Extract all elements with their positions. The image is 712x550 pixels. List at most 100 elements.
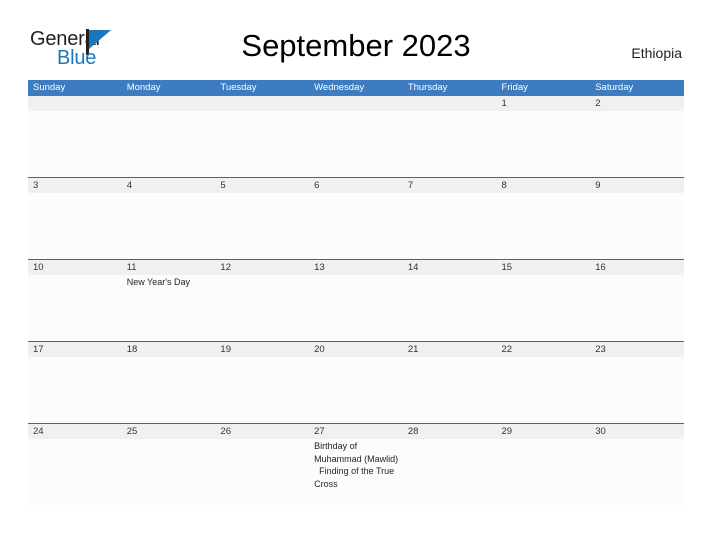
weekday-header-wednesday: Wednesday bbox=[314, 82, 365, 93]
page-header: General Blue September 2023 Ethiopia bbox=[0, 0, 712, 80]
day-cell-empty bbox=[309, 111, 403, 177]
day-number-1[interactable]: 1 bbox=[497, 96, 591, 111]
day-number-10[interactable]: 10 bbox=[28, 260, 122, 275]
day-cell-3[interactable] bbox=[28, 193, 122, 259]
day-number-6[interactable]: 6 bbox=[309, 178, 403, 193]
day-cell-23[interactable] bbox=[590, 357, 684, 423]
day-number-24[interactable]: 24 bbox=[28, 424, 122, 439]
day-number-12[interactable]: 12 bbox=[215, 260, 309, 275]
weekday-header-thursday: Thursday bbox=[407, 82, 448, 93]
day-number-8[interactable]: 8 bbox=[497, 178, 591, 193]
day-cell-empty bbox=[215, 111, 309, 177]
day-cell-empty bbox=[122, 111, 216, 177]
day-number-29[interactable]: 29 bbox=[497, 424, 591, 439]
day-cell-26[interactable] bbox=[215, 439, 309, 505]
calendar-week-row: 24 25 26 27 28 29 30 Birthday of Muhammad (Mawl… bbox=[28, 423, 684, 505]
calendar-week-row: 12 bbox=[28, 96, 684, 177]
day-cell-21[interactable] bbox=[403, 357, 497, 423]
day-number-11[interactable]: 11 bbox=[122, 260, 216, 275]
day-number-empty bbox=[28, 96, 122, 111]
day-cell-empty bbox=[403, 111, 497, 177]
calendar-grid: Sunday Monday Tuesday Wednesday Thursday Frid… bbox=[28, 80, 684, 505]
date-number-band: 17 18 19 20 21 22 23 bbox=[28, 341, 684, 357]
day-number-empty bbox=[403, 96, 497, 111]
day-number-26[interactable]: 26 bbox=[215, 424, 309, 439]
day-number-18[interactable]: 18 bbox=[122, 342, 216, 357]
day-cell-16[interactable] bbox=[590, 275, 684, 341]
day-cell-empty bbox=[28, 111, 122, 177]
day-number-15[interactable]: 15 bbox=[497, 260, 591, 275]
events-band bbox=[28, 111, 684, 177]
day-cell-15[interactable] bbox=[497, 275, 591, 341]
day-cell-11[interactable]: New Year's Day bbox=[122, 275, 216, 341]
events-band bbox=[28, 357, 684, 423]
date-number-band: 3456789 bbox=[28, 177, 684, 193]
day-cell-27[interactable]: Birthday of Muhammad (Mawlid) Finding of … bbox=[309, 439, 403, 505]
day-number-14[interactable]: 14 bbox=[403, 260, 497, 275]
day-cell-4[interactable] bbox=[122, 193, 216, 259]
day-cell-6[interactable] bbox=[309, 193, 403, 259]
day-number-17[interactable]: 17 bbox=[28, 342, 122, 357]
day-number-23[interactable]: 23 bbox=[590, 342, 684, 357]
day-cell-19[interactable] bbox=[215, 357, 309, 423]
day-cell-17[interactable] bbox=[28, 357, 122, 423]
day-cell-24[interactable] bbox=[28, 439, 122, 505]
day-number-empty bbox=[309, 96, 403, 111]
weekday-header-tuesday: Tuesday bbox=[220, 82, 257, 93]
day-cell-8[interactable] bbox=[497, 193, 591, 259]
events-band: Birthday of Muhammad (Mawlid) Finding of … bbox=[28, 439, 684, 505]
day-number-9[interactable]: 9 bbox=[590, 178, 684, 193]
page-title: September 2023 bbox=[241, 28, 471, 63]
calendar-week-row: 10 11 12 13 14 15 16 New Year's Day bbox=[28, 259, 684, 341]
day-number-30[interactable]: 30 bbox=[590, 424, 684, 439]
day-number-7[interactable]: 7 bbox=[403, 178, 497, 193]
day-number-5[interactable]: 5 bbox=[215, 178, 309, 193]
day-cell-18[interactable] bbox=[122, 357, 216, 423]
calendar-week-row: 17 18 19 20 21 22 23 bbox=[28, 341, 684, 423]
day-number-2[interactable]: 2 bbox=[590, 96, 684, 111]
day-cell-25[interactable] bbox=[122, 439, 216, 505]
events-band bbox=[28, 193, 684, 259]
day-number-27[interactable]: 27 bbox=[309, 424, 403, 439]
day-cell-12[interactable] bbox=[215, 275, 309, 341]
date-number-band: 24 25 26 27 28 29 30 bbox=[28, 423, 684, 439]
date-number-band: 12 bbox=[28, 96, 684, 111]
day-cell-5[interactable] bbox=[215, 193, 309, 259]
day-cell-20[interactable] bbox=[309, 357, 403, 423]
day-number-21[interactable]: 21 bbox=[403, 342, 497, 357]
event-label: Finding of the True Cross bbox=[314, 466, 395, 489]
event-label: Birthday of Muhammad (Mawlid) bbox=[314, 441, 399, 464]
day-cell-7[interactable] bbox=[403, 193, 497, 259]
day-number-19[interactable]: 19 bbox=[215, 342, 309, 357]
events-band: New Year's Day bbox=[28, 275, 684, 341]
day-number-4[interactable]: 4 bbox=[122, 178, 216, 193]
day-cell-9[interactable] bbox=[590, 193, 684, 259]
day-number-20[interactable]: 20 bbox=[309, 342, 403, 357]
day-number-empty bbox=[215, 96, 309, 111]
calendar-weeks: 1 2 3 4 5 6 7 8 9 10 11 12 13 14 15 16 New Year's Day 17 1… bbox=[28, 96, 684, 505]
day-number-25[interactable]: 25 bbox=[122, 424, 216, 439]
day-number-13[interactable]: 13 bbox=[309, 260, 403, 275]
weekday-header-sunday: Sunday bbox=[33, 82, 66, 93]
weekday-header-row: Sunday Monday Tuesday Wednesday Thursday Frid… bbox=[28, 80, 684, 96]
day-number-28[interactable]: 28 bbox=[403, 424, 497, 439]
weekday-header-monday: Monday bbox=[126, 82, 161, 93]
day-number-16[interactable]: 16 bbox=[590, 260, 684, 275]
day-number-22[interactable]: 22 bbox=[497, 342, 591, 357]
day-cell-22[interactable] bbox=[497, 357, 591, 423]
calendar-week-row: 3456789 bbox=[28, 177, 684, 259]
day-cell-29[interactable] bbox=[497, 439, 591, 505]
day-cell-14[interactable] bbox=[403, 275, 497, 341]
day-cell-30[interactable] bbox=[590, 439, 684, 505]
day-number-3[interactable]: 3 bbox=[28, 178, 122, 193]
day-cell-1[interactable] bbox=[497, 111, 591, 177]
weekday-header-friday: Friday bbox=[501, 82, 528, 93]
day-number-empty bbox=[122, 96, 216, 111]
day-cell-2[interactable] bbox=[590, 111, 684, 177]
event-label: New Year's Day bbox=[126, 277, 190, 287]
day-cell-28[interactable] bbox=[403, 439, 497, 505]
day-cell-10[interactable] bbox=[28, 275, 122, 341]
day-cell-13[interactable] bbox=[309, 275, 403, 341]
country-label: Ethiopia bbox=[631, 45, 682, 61]
weekday-header-saturday: Saturday bbox=[595, 82, 634, 93]
